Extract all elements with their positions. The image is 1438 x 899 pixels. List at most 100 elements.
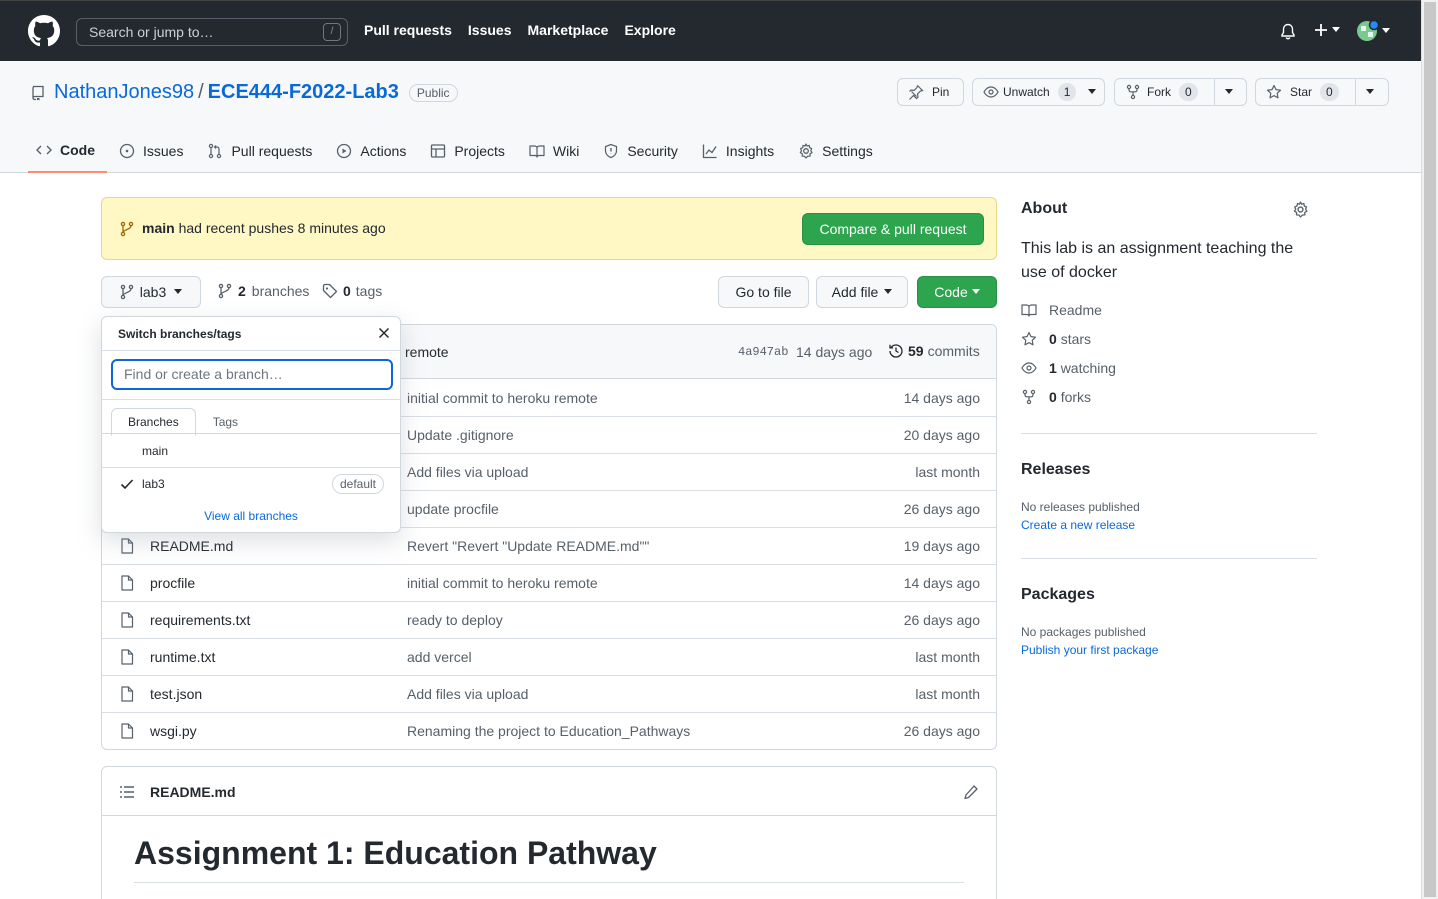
- star-button[interactable]: Star 0: [1256, 79, 1355, 105]
- eye-icon: [983, 86, 999, 98]
- tag-icon: [322, 283, 338, 299]
- notifications-bell-icon[interactable]: [1280, 23, 1296, 41]
- file-commit-message[interactable]: ready to deploy: [407, 612, 503, 628]
- search-input[interactable]: Search or jump to… /: [76, 18, 348, 46]
- file-name-link[interactable]: procfile: [150, 575, 195, 591]
- file-name-link[interactable]: README.md: [150, 538, 233, 554]
- tab-branches[interactable]: Branches: [111, 408, 196, 436]
- view-all-branches-link[interactable]: View all branches: [102, 509, 400, 523]
- default-badge: default: [331, 474, 384, 494]
- tab-insights[interactable]: Insights: [694, 129, 786, 173]
- latest-commit-sha[interactable]: 4a947ab: [738, 345, 788, 359]
- page-scrollbar[interactable]: [1421, 0, 1438, 899]
- branch-icon: [218, 283, 232, 299]
- tab-pull-requests[interactable]: Pull requests: [199, 129, 324, 173]
- repo-owner-link[interactable]: NathanJones98: [54, 81, 194, 104]
- close-icon[interactable]: [378, 327, 390, 339]
- go-to-file-button[interactable]: Go to file: [718, 276, 809, 308]
- recent-push-message: had recent pushes 8 minutes ago: [178, 220, 386, 236]
- nav-pull-requests[interactable]: Pull requests: [364, 22, 452, 38]
- branch-select-button[interactable]: lab3: [101, 276, 201, 308]
- repo-tabs: Code Issues Pull requests Actions Projec…: [28, 129, 889, 173]
- repo-name-link[interactable]: ECE444-F2022-Lab3: [208, 81, 399, 104]
- pencil-icon[interactable]: [963, 784, 979, 800]
- gear-icon[interactable]: [1292, 201, 1309, 218]
- branch-item-main[interactable]: main: [102, 434, 400, 467]
- tags-link[interactable]: 0 tags: [322, 283, 382, 299]
- unwatch-button[interactable]: Unwatch 1: [972, 78, 1105, 106]
- file-name-link[interactable]: runtime.txt: [150, 649, 215, 665]
- user-menu[interactable]: [1356, 20, 1390, 42]
- star-dropdown-button[interactable]: [1356, 79, 1384, 105]
- code-button[interactable]: Code: [917, 276, 997, 308]
- latest-commit-message[interactable]: remote: [405, 344, 449, 360]
- watching-count: 1: [1049, 360, 1057, 376]
- tab-actions[interactable]: Actions: [328, 129, 418, 173]
- file-commit-message[interactable]: Update .gitignore: [407, 427, 514, 443]
- pin-icon: [909, 85, 924, 100]
- watching-label: watching: [1060, 360, 1116, 376]
- table-row[interactable]: wsgi.py Renaming the project to Educatio…: [102, 712, 996, 749]
- list-unordered-icon: [120, 786, 134, 798]
- branch-item-lab3[interactable]: lab3 default: [102, 467, 400, 500]
- branches-label: branches: [251, 283, 310, 299]
- nav-marketplace[interactable]: Marketplace: [528, 22, 609, 38]
- star-label: Star: [1290, 85, 1313, 99]
- publish-package-link[interactable]: Publish your first package: [1021, 643, 1158, 657]
- create-release-link[interactable]: Create a new release: [1021, 518, 1135, 532]
- pushed-branch-name[interactable]: main: [142, 220, 175, 236]
- fork-button[interactable]: Fork 0: [1115, 79, 1214, 105]
- tab-issues[interactable]: Issues: [111, 129, 195, 173]
- stars-link[interactable]: 0 stars: [1021, 331, 1091, 347]
- tab-code[interactable]: Code: [28, 129, 107, 173]
- forks-link[interactable]: 0 forks: [1021, 389, 1091, 405]
- packages-title[interactable]: Packages: [1021, 586, 1095, 604]
- pin-button[interactable]: Pin: [897, 78, 964, 106]
- file-commit-message[interactable]: Renaming the project to Education_Pathwa…: [407, 723, 690, 739]
- file-commit-message[interactable]: initial commit to heroku remote: [407, 390, 598, 406]
- compare-pull-request-button[interactable]: Compare & pull request: [802, 213, 984, 245]
- releases-title[interactable]: Releases: [1021, 461, 1090, 479]
- file-name-link[interactable]: requirements.txt: [150, 612, 250, 628]
- file-commit-message[interactable]: Add files via upload: [407, 464, 528, 480]
- tab-projects[interactable]: Projects: [422, 129, 517, 173]
- readme-header: README.md: [102, 767, 996, 816]
- table-row[interactable]: requirements.txt ready to deploy 26 days…: [102, 601, 996, 638]
- readme-filename[interactable]: README.md: [150, 784, 236, 800]
- file-name-link[interactable]: test.json: [150, 686, 202, 702]
- star-count: 0: [1320, 83, 1339, 101]
- nav-issues[interactable]: Issues: [468, 22, 512, 38]
- about-title: About: [1021, 200, 1068, 217]
- tab-settings[interactable]: Settings: [790, 129, 885, 173]
- file-commit-message[interactable]: initial commit to heroku remote: [407, 575, 598, 591]
- branch-filter-input[interactable]: Find or create a branch…: [111, 359, 393, 390]
- caret-down-icon: [1366, 89, 1374, 94]
- file-commit-message[interactable]: update procfile: [407, 501, 499, 517]
- github-logo-icon[interactable]: [28, 15, 60, 47]
- file-commit-message[interactable]: Add files via upload: [407, 686, 528, 702]
- create-new-menu[interactable]: [1314, 23, 1340, 37]
- pull-request-icon: [209, 143, 222, 159]
- unwatch-label: Unwatch: [1003, 85, 1050, 99]
- watching-link[interactable]: 1 watching: [1021, 360, 1116, 376]
- global-header: Search or jump to… / Pull requests Issue…: [0, 0, 1421, 61]
- packages-empty-text: No packages published: [1021, 625, 1146, 639]
- commits-history-link[interactable]: 59 commits: [888, 343, 980, 359]
- tab-wiki[interactable]: Wiki: [521, 129, 591, 173]
- table-row[interactable]: runtime.txt add vercel last month: [102, 638, 996, 675]
- file-commit-message[interactable]: Revert "Revert "Update README.md"": [407, 538, 649, 554]
- fork-dropdown-button[interactable]: [1215, 79, 1243, 105]
- graph-icon: [702, 144, 717, 159]
- readme-link[interactable]: Readme: [1021, 302, 1102, 318]
- nav-explore[interactable]: Explore: [624, 22, 675, 38]
- tab-tags[interactable]: Tags: [196, 408, 255, 436]
- visibility-badge: Public: [408, 83, 458, 102]
- table-row[interactable]: test.json Add files via upload last mont…: [102, 675, 996, 712]
- branches-link[interactable]: 2 branches: [218, 283, 309, 299]
- add-file-button[interactable]: Add file: [816, 276, 908, 308]
- tab-security[interactable]: Security: [595, 129, 690, 173]
- table-row[interactable]: procfile initial commit to heroku remote…: [102, 564, 996, 601]
- pin-label: Pin: [932, 85, 950, 99]
- file-commit-message[interactable]: add vercel: [407, 649, 472, 665]
- file-name-link[interactable]: wsgi.py: [150, 723, 197, 739]
